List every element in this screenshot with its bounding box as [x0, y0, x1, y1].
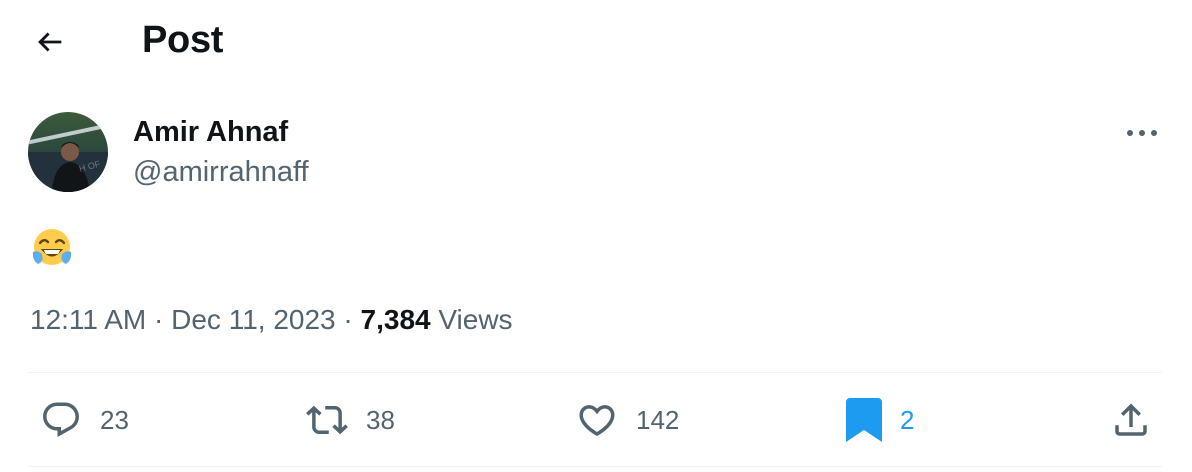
share-icon [1115, 403, 1147, 436]
post-author: H OF Amir Ahnaf @amirrahnaff [28, 112, 1164, 196]
author-display-name[interactable]: Amir Ahnaf [133, 114, 288, 150]
reply-button[interactable]: 23 [40, 388, 129, 452]
divider [28, 372, 1162, 373]
action-bar: 23 38 142 2 [28, 388, 1162, 452]
retweet-count: 38 [366, 404, 395, 435]
views-count: 7,384 [360, 304, 431, 335]
share-button[interactable] [1110, 388, 1152, 452]
top-bar: Post [0, 0, 1192, 80]
divider [28, 466, 1162, 467]
face-with-tears-of-joy-emoji [32, 229, 72, 265]
like-count: 142 [636, 404, 680, 435]
avatar[interactable]: H OF [28, 112, 108, 192]
meta-separator: · [343, 304, 353, 335]
bookmark-count: 2 [900, 404, 915, 435]
reply-icon [43, 402, 79, 437]
arrow-left-icon [38, 32, 62, 52]
views-label: Views [438, 304, 513, 335]
back-button[interactable] [30, 22, 70, 62]
retweet-icon [306, 405, 348, 435]
meta-separator: · [154, 304, 164, 335]
retweet-button[interactable]: 38 [306, 388, 395, 452]
author-handle[interactable]: @amirrahnaff [133, 154, 309, 190]
heart-icon [579, 405, 615, 437]
more-options-button[interactable] [1122, 118, 1162, 148]
tweet-content [30, 226, 74, 270]
post-time[interactable]: 12:11 AM [30, 304, 146, 335]
bookmark-icon [846, 398, 882, 442]
page-title: Post [142, 19, 224, 61]
like-button[interactable]: 142 [576, 388, 679, 452]
reply-count: 23 [100, 404, 129, 435]
post-date[interactable]: Dec 11, 2023 [171, 304, 336, 335]
more-horizontal-icon [1127, 130, 1157, 136]
avatar-photo: H OF [28, 112, 108, 192]
post-meta: 12:11 AM · Dec 11, 2023 · 7,384 Views [30, 302, 513, 338]
bookmark-button[interactable]: 2 [846, 388, 914, 452]
